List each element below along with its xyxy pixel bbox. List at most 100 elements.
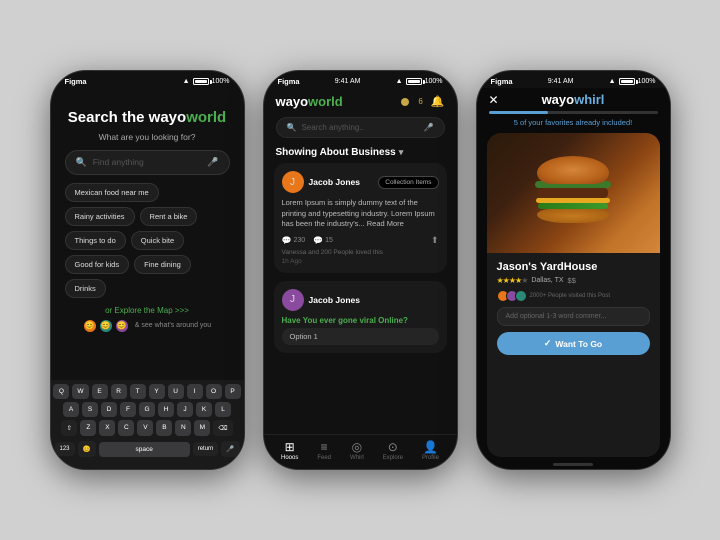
wayo-search[interactable]: 🔍 Search anything.. 🎤: [276, 117, 445, 138]
key-n[interactable]: N: [175, 420, 191, 436]
nav-explore[interactable]: ⊙ Explore: [383, 440, 403, 461]
whirl-header: ✕ wayowhirl: [477, 88, 670, 111]
key-v[interactable]: V: [137, 420, 153, 436]
poll-option-0[interactable]: Option 1: [282, 328, 439, 345]
key-r[interactable]: R: [111, 384, 127, 399]
phone-wayoworld: Figma 9:41 AM ▲ 100% wayoworld 6 🔔 🔍: [263, 70, 458, 470]
key-j[interactable]: J: [177, 402, 193, 417]
restaurant-name: Jason's YardHouse: [497, 261, 650, 273]
nav-whirl-icon: ◎: [352, 440, 362, 454]
key-b[interactable]: B: [156, 420, 172, 436]
status-app-1: Figma: [65, 77, 87, 86]
phones-container: Figma ▲ 100% Search the wayoworld What a…: [30, 50, 691, 490]
close-icon[interactable]: ✕: [489, 94, 499, 106]
post-user-1: J Jacob Jones: [282, 289, 361, 311]
logo-wayo: wayo: [276, 94, 309, 109]
share-icon[interactable]: ⬆: [431, 235, 439, 246]
chip-1[interactable]: Rainy activities: [65, 207, 135, 226]
user-avatar-1: J: [282, 289, 304, 311]
key-g[interactable]: G: [139, 402, 155, 417]
restaurant-meta: ★★★★★ Dallas, TX $$: [497, 276, 650, 285]
nav-hooos[interactable]: ⊞ Hooos: [281, 440, 298, 461]
key-t[interactable]: T: [130, 384, 146, 399]
key-return[interactable]: return: [193, 442, 219, 456]
post-header-1: J Jacob Jones: [282, 289, 439, 311]
chip-6[interactable]: Fine dining: [134, 255, 191, 274]
bell-icon[interactable]: 🔔: [431, 95, 445, 108]
nav-profile[interactable]: 👤 Profile: [422, 440, 439, 461]
nav-hooos-icon: ⊞: [285, 440, 295, 454]
nav-whirl[interactable]: ◎ Whirl: [350, 440, 364, 461]
keyboard-row-3: ⇧ Z X C V B N M ⌫: [53, 420, 242, 436]
nav-explore-icon: ⊙: [388, 440, 398, 454]
key-123[interactable]: 123: [55, 442, 75, 456]
key-y[interactable]: Y: [149, 384, 165, 399]
action-react[interactable]: 💬 230: [282, 236, 306, 245]
like-count: 230: [293, 237, 305, 244]
chip-3[interactable]: Things to do: [65, 231, 126, 250]
mic-icon-2[interactable]: 🎤: [424, 123, 434, 132]
burger-image: [487, 133, 660, 253]
feed-scroll: J Jacob Jones Collection Items Lorem Ips…: [264, 163, 457, 434]
nav-whirl-label: Whirl: [350, 455, 364, 461]
nav-feed[interactable]: ≡ Feed: [317, 440, 331, 461]
chip-7[interactable]: Drinks: [65, 279, 106, 298]
nav-profile-icon: 👤: [423, 440, 438, 454]
status-time-3: 9:41 AM: [548, 78, 574, 85]
comment-icon: 💬: [313, 236, 323, 245]
key-p[interactable]: P: [225, 384, 241, 399]
comment-input[interactable]: Add optional 1-3 word commer...: [497, 307, 650, 326]
want-to-go-button[interactable]: ✓ Want To Go: [497, 332, 650, 355]
react-icon: 💬: [282, 236, 292, 245]
collection-btn-0[interactable]: Collection Items: [378, 176, 438, 189]
chip-4[interactable]: Quick bite: [131, 231, 184, 250]
key-h[interactable]: H: [158, 402, 174, 417]
key-a[interactable]: A: [63, 402, 79, 417]
key-l[interactable]: L: [215, 402, 231, 417]
key-w[interactable]: W: [72, 384, 88, 399]
key-backspace[interactable]: ⌫: [213, 420, 232, 436]
key-m[interactable]: M: [194, 420, 210, 436]
battery-icon-1: [193, 78, 209, 85]
action-comment[interactable]: 💬 15: [313, 236, 333, 245]
mic-icon-1[interactable]: 🎤: [207, 157, 218, 168]
user-name-0: Jacob Jones: [309, 177, 361, 187]
key-e[interactable]: E: [92, 384, 108, 399]
chip-5[interactable]: Good for kids: [65, 255, 130, 274]
key-q[interactable]: Q: [53, 384, 69, 399]
avatar-3: 😊: [115, 319, 129, 333]
wayo-header: wayoworld 6 🔔: [264, 88, 457, 115]
battery-pct-2: 100%: [425, 78, 443, 85]
key-o[interactable]: O: [206, 384, 222, 399]
key-mic[interactable]: 🎤: [221, 441, 239, 457]
poll-question: Have You ever gone viral Online?: [282, 316, 439, 325]
tomato-layer: [538, 203, 608, 209]
showing-business-label[interactable]: Showing About Business ▾: [264, 142, 457, 163]
key-s[interactable]: S: [82, 402, 98, 417]
key-emoji[interactable]: 😊: [78, 441, 96, 457]
key-x[interactable]: X: [99, 420, 115, 436]
key-c[interactable]: C: [118, 420, 134, 436]
battery-icon-2: [406, 78, 422, 85]
star-rating: ★★★★★: [497, 276, 528, 285]
cta-label: Want To Go: [555, 339, 602, 349]
search-bar-1[interactable]: 🔍 Find anything 🎤: [65, 150, 230, 175]
key-k[interactable]: K: [196, 402, 212, 417]
key-space[interactable]: space: [99, 442, 190, 457]
status-app-2: Figma: [278, 77, 300, 86]
phone2-content: wayoworld 6 🔔 🔍 Search anything.. 🎤 Show…: [264, 88, 457, 469]
key-u[interactable]: U: [168, 384, 184, 399]
whirl-logo: wayowhirl: [542, 92, 605, 107]
key-i[interactable]: I: [187, 384, 203, 399]
nav-profile-label: Profile: [422, 455, 439, 461]
key-z[interactable]: Z: [80, 420, 96, 436]
chip-2[interactable]: Rent a bike: [140, 207, 198, 226]
post-time-0: 1h Ago: [282, 258, 439, 265]
favorites-text: 5 of your favorites already included!: [477, 118, 670, 127]
chip-0[interactable]: Mexican food near me: [65, 183, 159, 202]
keyboard-bottom: 123 😊 space return 🎤: [53, 439, 242, 459]
explore-link[interactable]: or Explore the Map >>>: [65, 306, 230, 315]
key-d[interactable]: D: [101, 402, 117, 417]
key-f[interactable]: F: [120, 402, 136, 417]
key-shift[interactable]: ⇧: [61, 420, 77, 436]
